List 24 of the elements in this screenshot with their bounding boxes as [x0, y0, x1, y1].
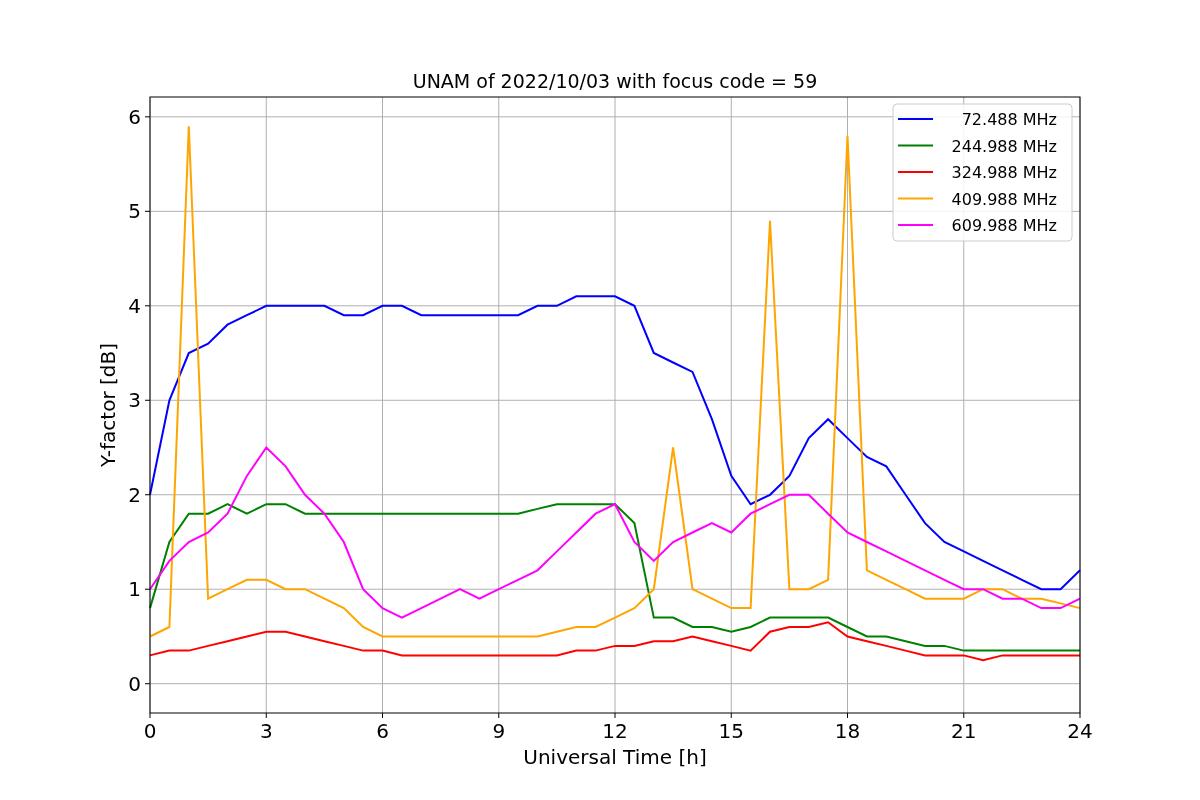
tick-label: 9	[492, 719, 506, 743]
y-axis-label: Y-factor [dB]	[96, 343, 120, 467]
chart-title: UNAM of 2022/10/03 with focus code = 59	[412, 70, 818, 92]
tick-label: 4	[128, 293, 141, 318]
legend-label: 409.988 MHz	[951, 189, 1057, 209]
tick-label: 18	[834, 719, 861, 743]
legend-label: 324.988 MHz	[951, 163, 1057, 182]
tick-label: 0	[143, 719, 157, 743]
tick-label: 12	[602, 719, 628, 743]
tick-label: 21	[951, 719, 977, 743]
tick-label: 6	[376, 719, 389, 743]
tick-label: 2	[128, 482, 141, 507]
tick-label: 0	[128, 671, 141, 696]
legend-label: 72.488 MHz	[961, 110, 1057, 129]
x-axis-label: Universal Time [h]	[523, 745, 707, 769]
legend-label: 609.988 MHz	[951, 216, 1057, 235]
tick-label: 5	[128, 199, 141, 224]
tick-label: 24	[1067, 719, 1093, 743]
legend-label: 244.988 MHz	[951, 136, 1057, 156]
tick-label: 1	[128, 577, 141, 602]
tick-label: 3	[128, 388, 141, 413]
tick-label: 15	[718, 719, 744, 743]
tick-label: 6	[128, 104, 141, 129]
tick-label: 3	[259, 719, 273, 743]
